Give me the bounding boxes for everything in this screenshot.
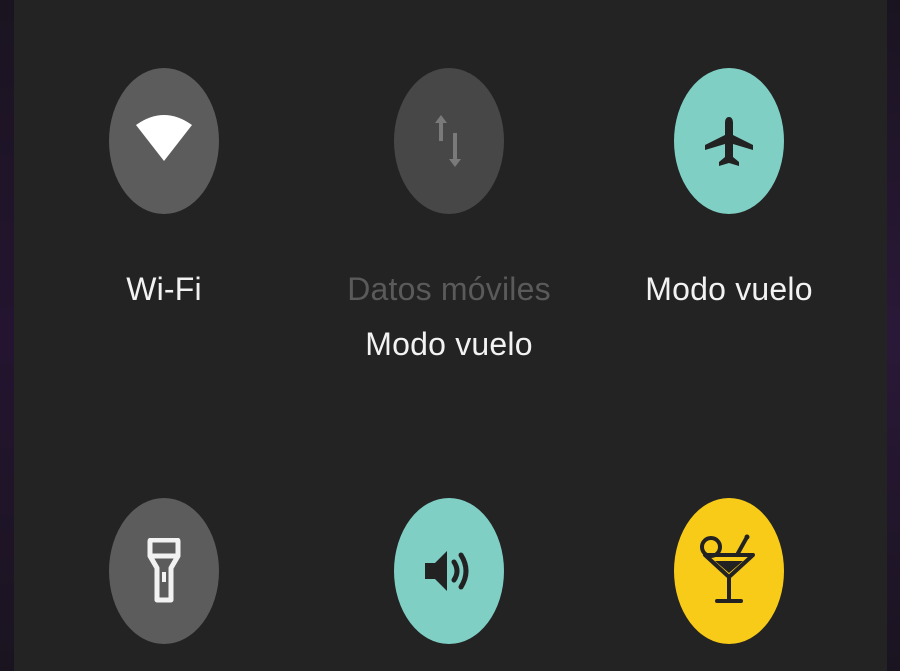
tile-sound[interactable]	[299, 498, 599, 671]
tile-flashlight[interactable]	[14, 498, 314, 671]
tile-mobile-data[interactable]: Datos móviles Modo vuelo	[299, 68, 599, 368]
airplane-mode-toggle-button[interactable]	[674, 68, 784, 214]
airplane-mode-label: Modo vuelo	[645, 271, 813, 307]
volume-icon	[425, 551, 469, 591]
wifi-icon	[136, 115, 192, 161]
flashlight-icon	[147, 538, 181, 603]
tile-party-mode[interactable]	[579, 498, 879, 671]
wifi-toggle-button[interactable]	[109, 68, 219, 214]
airplane-icon	[705, 117, 753, 166]
wifi-label: Wi-Fi	[126, 271, 202, 307]
wallpaper-edge-left	[0, 0, 14, 671]
mobile-data-sublabel: Modo vuelo	[365, 326, 533, 362]
party-mode-toggle-button[interactable]	[674, 498, 784, 644]
quick-settings-panel: Wi-Fi Datos móviles Modo vuelo Modo vuel…	[14, 0, 887, 671]
cocktail-icon	[700, 534, 755, 603]
mobile-data-icon	[435, 115, 461, 167]
tile-airplane-mode[interactable]: Modo vuelo	[579, 68, 879, 368]
mobile-data-toggle-button[interactable]	[394, 68, 504, 214]
tile-wifi[interactable]: Wi-Fi	[14, 68, 314, 368]
mobile-data-label: Datos móviles	[347, 271, 551, 307]
flashlight-toggle-button[interactable]	[109, 498, 219, 644]
sound-toggle-button[interactable]	[394, 498, 504, 644]
wallpaper-edge-right	[887, 0, 900, 671]
